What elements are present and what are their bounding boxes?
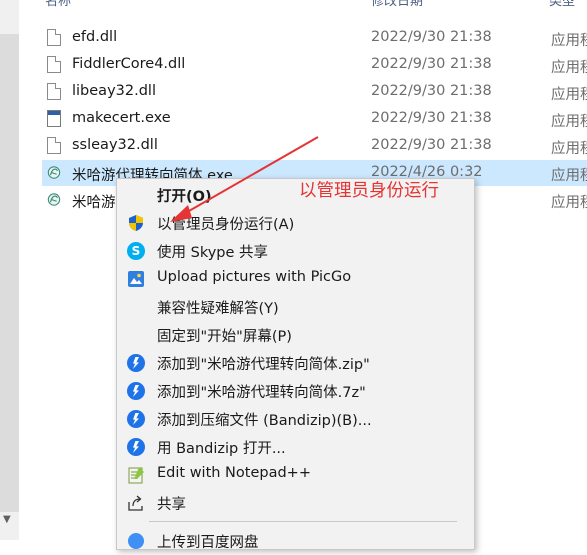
menu-separator [149, 521, 457, 522]
menu-item-share[interactable]: 共享 [117, 489, 474, 517]
column-name-header[interactable]: 名称 [45, 0, 71, 9]
file-row[interactable]: ssleay32.dll 2022/9/30 21:38 应用程 [42, 133, 587, 159]
file-row[interactable]: makecert.exe 2022/9/30 21:38 应用程 [42, 106, 587, 132]
file-type: 应用程 [551, 168, 587, 184]
context-menu: 打开(O) 以管理员身份运行(A) S 使用 Skype 共享 Upload p… [116, 178, 475, 551]
file-name: 米哈游 [72, 195, 116, 211]
file-type: 应用程 [551, 60, 587, 76]
bandizip-icon [127, 382, 145, 400]
file-date: 2022/9/30 21:38 [371, 137, 492, 153]
file-date: 2022/9/30 21:38 [371, 110, 492, 126]
column-header: 名称 修改日期 类型 [19, 0, 587, 10]
bandizip-icon [127, 410, 145, 428]
menu-item-add-zip[interactable]: 添加到"米哈游代理转向简体.zip" [117, 349, 474, 377]
dll-file-icon [47, 29, 61, 46]
menu-item-skype-share[interactable]: S 使用 Skype 共享 [117, 237, 474, 265]
file-type: 应用程 [551, 195, 587, 211]
file-row[interactable]: efd.dll 2022/9/30 21:38 应用程 [42, 25, 587, 51]
file-name: efd.dll [72, 29, 118, 45]
menu-item-add-7z[interactable]: 添加到"米哈游代理转向简体.7z" [117, 377, 474, 405]
menu-item-notepad-plus[interactable]: Edit with Notepad++ [117, 461, 474, 489]
annotation-label: 以管理员身份运行 [299, 181, 439, 201]
file-name: libeay32.dll [72, 83, 156, 99]
scrollbar-thumb[interactable] [0, 34, 19, 512]
scroll-down-arrow-icon[interactable]: ▼ [3, 514, 11, 525]
skype-icon: S [127, 242, 145, 260]
app-icon [47, 193, 61, 206]
baidu-netdisk-icon [128, 533, 144, 549]
dll-file-icon [47, 83, 61, 100]
file-type: 应用程 [551, 141, 587, 157]
file-name: makecert.exe [72, 110, 171, 126]
file-date: 2022/9/30 21:38 [371, 83, 492, 99]
file-name: FiddlerCore4.dll [72, 56, 186, 72]
file-date: 2022/9/30 21:38 [371, 29, 492, 45]
share-icon [128, 495, 143, 511]
menu-item-open-bandizip[interactable]: 用 Bandizip 打开... [117, 433, 474, 461]
file-type: 应用程 [551, 87, 587, 103]
bandizip-icon [127, 438, 145, 456]
menu-item-baidu-upload[interactable]: 上传到百度网盘 [117, 527, 474, 555]
column-date-header[interactable]: 修改日期 [371, 0, 423, 9]
picgo-icon [128, 271, 144, 287]
bandizip-icon [127, 354, 145, 372]
dll-file-icon [47, 137, 61, 154]
menu-item-compatibility[interactable]: 兼容性疑难解答(Y) [117, 293, 474, 321]
exe-file-icon [47, 110, 61, 127]
file-row[interactable]: FiddlerCore4.dll 2022/9/30 21:38 应用程 [42, 52, 587, 78]
notepad-plus-icon [128, 467, 144, 484]
menu-item-run-as-admin[interactable]: 以管理员身份运行(A) [117, 209, 474, 237]
app-icon [47, 166, 61, 179]
file-date: 2022/9/30 21:38 [371, 56, 492, 72]
dll-file-icon [47, 56, 61, 73]
column-type-header[interactable]: 类型 [549, 0, 575, 9]
file-row[interactable]: libeay32.dll 2022/9/30 21:38 应用程 [42, 79, 587, 105]
menu-item-picgo[interactable]: Upload pictures with PicGo [117, 265, 474, 293]
menu-item-add-archive[interactable]: 添加到压缩文件 (Bandizip)(B)... [117, 405, 474, 433]
file-type: 应用程 [551, 33, 587, 49]
menu-item-pin-start[interactable]: 固定到"开始"屏幕(P) [117, 321, 474, 349]
uac-shield-icon [129, 215, 143, 231]
file-type: 应用程 [551, 114, 587, 130]
file-name: ssleay32.dll [72, 137, 158, 153]
